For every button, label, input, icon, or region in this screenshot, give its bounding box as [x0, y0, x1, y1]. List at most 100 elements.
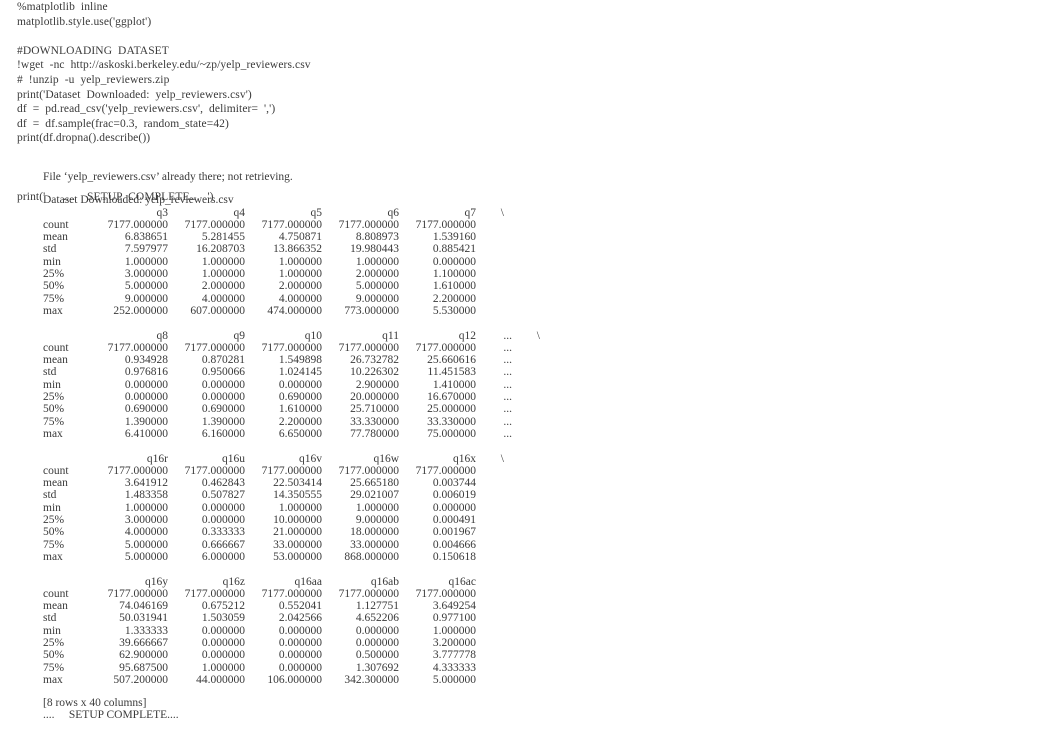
table-row: min 0.000000 0.000000 0.000000 2.900000 1.410…: [43, 379, 743, 391]
table-row: 75% 5.000000 0.666667 33.000000 33.000000 0.0…: [43, 539, 743, 551]
row-index-label: 50%: [43, 649, 65, 662]
dataframe-block: q16r q16u q16v q16w q16x \ count 7177.000000 717…: [43, 440, 743, 563]
table-cell: 773.000000: [344, 304, 399, 317]
table-cell: 1.333333: [124, 624, 168, 637]
table-cell: 2.000000: [355, 268, 399, 281]
table-cell: 21.000000: [273, 526, 322, 539]
table-cell: 26.732782: [350, 354, 399, 367]
table-cell: 33.330000: [427, 415, 476, 428]
column-header: q16u: [222, 452, 245, 465]
table-cell: 7177.000000: [261, 218, 322, 231]
row-index-label: mean: [43, 600, 68, 613]
table-cell: 16.670000: [427, 391, 476, 404]
table-cell: 1.483358: [124, 489, 168, 502]
column-header: q16v: [299, 452, 322, 465]
table-cell: 4.000000: [124, 526, 168, 539]
table-cell: 13.866352: [273, 243, 322, 256]
column-header: q7: [464, 206, 477, 219]
column-header: q11: [382, 329, 399, 342]
table-cell: 44.000000: [196, 673, 245, 686]
table-cell: 25.000000: [427, 403, 476, 416]
table-row: 75% 95.687500 1.000000 0.000000 1.307692 4.33…: [43, 662, 743, 674]
row-index-label: max: [43, 427, 63, 440]
table-cell: 7177.000000: [184, 218, 245, 231]
table-cell: 0.462843: [201, 477, 245, 490]
row-index-label: 50%: [43, 280, 65, 293]
table-cell: 0.000000: [201, 501, 245, 514]
column-header: q9: [233, 329, 246, 342]
table-cell: 106.000000: [267, 673, 322, 686]
column-header: q16aa: [294, 575, 322, 588]
table-cell: 74.046169: [119, 600, 168, 613]
table-row: 25% 3.000000 1.000000 1.000000 2.000000 1.100…: [43, 268, 743, 280]
table-row: max 252.000000 607.000000 474.000000 773.000…: [43, 305, 743, 317]
table-cell: 7177.000000: [184, 341, 245, 354]
table-cell: 7177.000000: [184, 587, 245, 600]
row-index-label: std: [43, 612, 57, 625]
table-cell: 8.808973: [355, 231, 399, 244]
row-index-label: 75%: [43, 292, 65, 305]
table-cell: 75.000000: [427, 427, 476, 440]
table-row: std 1.483358 0.507827 14.350555 29.021007 0.0…: [43, 489, 743, 501]
code-line: df = pd.read_csv('yelp_reviewers.csv', d…: [17, 103, 276, 116]
table-cell: 2.042566: [278, 612, 322, 625]
row-index-label: min: [43, 378, 61, 391]
table-row: max 5.000000 6.000000 53.000000 868.000000 0.…: [43, 551, 743, 563]
table-cell: 4.333333: [432, 661, 476, 674]
row-index-label: 75%: [43, 538, 65, 551]
table-cell: 1.000000: [124, 501, 168, 514]
table-cell: 1.000000: [201, 661, 245, 674]
line-continuation-marker: \: [536, 329, 540, 342]
table-cell: 5.000000: [355, 280, 399, 293]
table-cell: 0.690000: [201, 403, 245, 416]
table-cell: 7177.000000: [261, 341, 322, 354]
row-index-label: 50%: [43, 526, 65, 539]
column-header: q16ac: [448, 575, 476, 588]
table-cell: 1.549898: [278, 354, 322, 367]
table-cell: 2.000000: [201, 280, 245, 293]
table-cell: 0.000000: [201, 649, 245, 662]
table-row: 25% 3.000000 0.000000 10.000000 9.000000 0.00…: [43, 514, 743, 526]
table-cell: 5.000000: [124, 550, 168, 563]
table-cell: 29.021007: [350, 489, 399, 502]
table-cell: 7177.000000: [261, 587, 322, 600]
table-cell: 7177.000000: [338, 341, 399, 354]
table-cell: 5.000000: [124, 280, 168, 293]
table-cell: 50.031941: [119, 612, 168, 625]
column-header: q4: [233, 206, 246, 219]
table-row: mean 3.641912 0.462843 22.503414 25.665180 0.…: [43, 477, 743, 489]
row-index-label: 75%: [43, 661, 65, 674]
table-row: 25% 39.666667 0.000000 0.000000 0.000000 3.20…: [43, 637, 743, 649]
table-cell: 4.652206: [355, 612, 399, 625]
table-row: 25% 0.000000 0.000000 0.690000 20.000000 16.6…: [43, 391, 743, 403]
table-cell: 0.000000: [355, 636, 399, 649]
row-index-label: max: [43, 550, 63, 563]
table-cell: 2.000000: [278, 280, 322, 293]
table-cell: 1.000000: [278, 255, 322, 268]
table-cell: 0.000000: [278, 636, 322, 649]
table-cell: 0.870281: [201, 354, 245, 367]
table-row: 50% 4.000000 0.333333 21.000000 18.000000 0.0…: [43, 526, 743, 538]
row-index-label: max: [43, 304, 63, 317]
table-cell: 607.000000: [190, 304, 245, 317]
table-cell: 2.900000: [355, 378, 399, 391]
row-index-label: min: [43, 255, 61, 268]
table-cell: 0.000000: [201, 636, 245, 649]
table-row: 75% 1.390000 1.390000 2.200000 33.330000 33.3…: [43, 416, 743, 428]
table-cell: 252.000000: [113, 304, 168, 317]
table-cell: 33.000000: [273, 538, 322, 551]
notebook-page: %matplotlib inline matplotlib.style.use(…: [0, 0, 1062, 752]
table-cell: 1.390000: [201, 415, 245, 428]
table-cell: 0.001967: [432, 526, 476, 539]
column-header: q16ab: [370, 575, 399, 588]
table-cell: 1.503059: [201, 612, 245, 625]
table-cell-ellipsis: ...: [503, 403, 512, 416]
code-line: print('Dataset Downloaded: yelp_reviewer…: [17, 88, 252, 101]
table-cell: 7177.000000: [415, 587, 476, 600]
table-cell: 0.000000: [278, 378, 322, 391]
row-index-label: std: [43, 489, 57, 502]
table-cell: 1.000000: [278, 501, 322, 514]
